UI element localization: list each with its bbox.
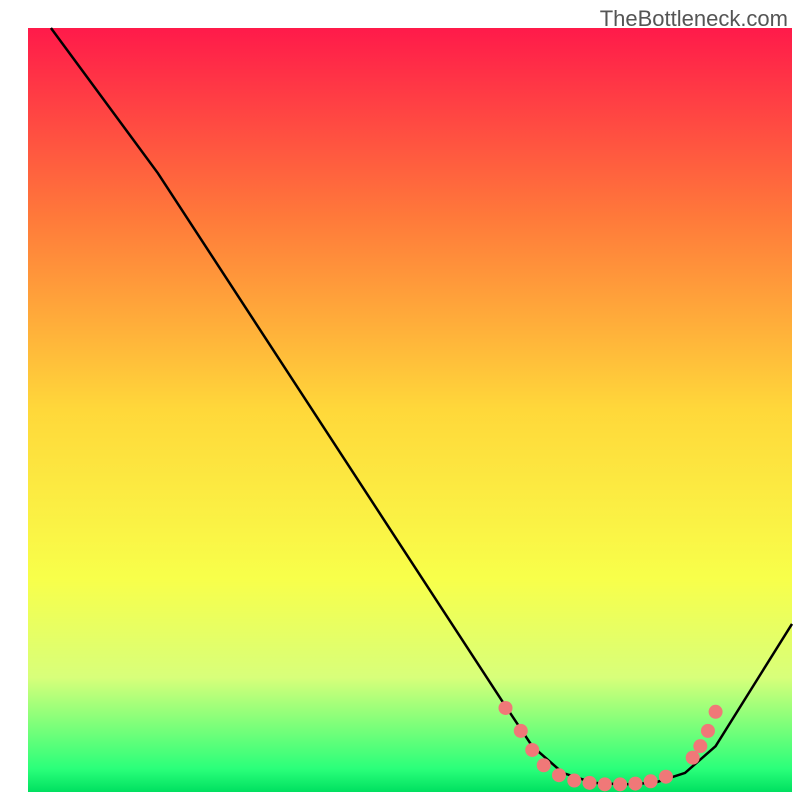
chart-dot [628, 777, 642, 791]
chart-dot [644, 774, 658, 788]
chart-dot [583, 776, 597, 790]
chart-container: TheBottleneck.com [0, 0, 800, 800]
chart-dot [537, 758, 551, 772]
chart-dot [659, 770, 673, 784]
chart-dot [499, 701, 513, 715]
chart-svg [0, 0, 800, 800]
chart-dot [525, 743, 539, 757]
chart-dot [701, 724, 715, 738]
chart-dot [514, 724, 528, 738]
chart-dot [598, 777, 612, 791]
chart-dot [567, 774, 581, 788]
chart-dot [686, 751, 700, 765]
chart-dot [693, 739, 707, 753]
chart-dot [613, 777, 627, 791]
chart-dot [552, 768, 566, 782]
chart-dot [709, 705, 723, 719]
chart-background [28, 28, 792, 792]
watermark-text: TheBottleneck.com [600, 6, 788, 32]
